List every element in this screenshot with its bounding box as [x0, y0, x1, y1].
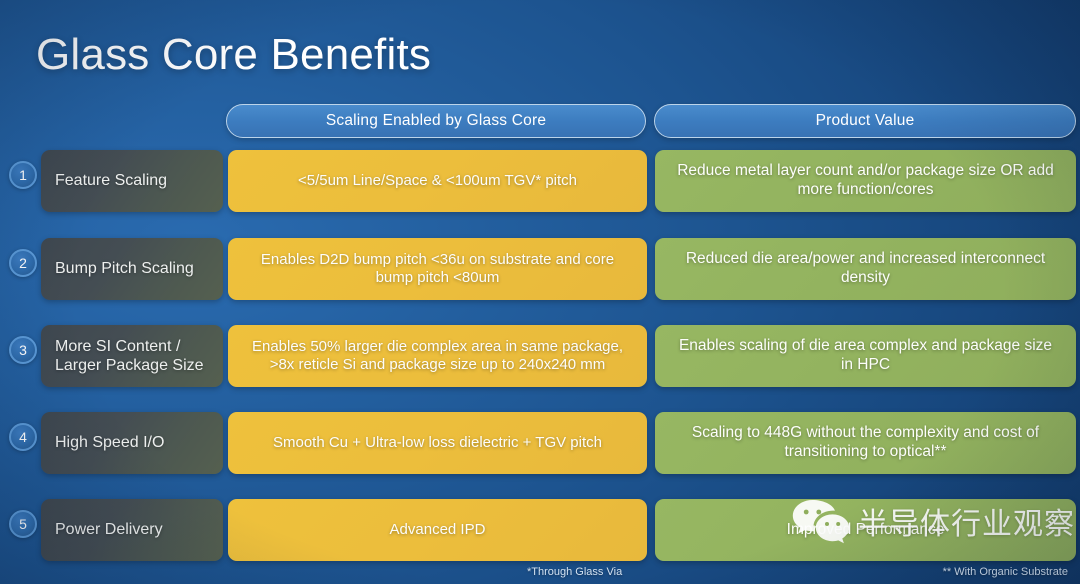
row-product-value: Reduce metal layer count and/or package …: [655, 150, 1076, 212]
row-number-badge: 4: [9, 423, 37, 451]
row-scaling-value: Enables 50% larger die complex area in s…: [228, 325, 647, 387]
page-title: Glass Core Benefits: [36, 30, 432, 79]
row-product-value: Improved Performance: [655, 499, 1076, 561]
row-number-badge: 1: [9, 161, 37, 189]
column-header-product: Product Value: [654, 104, 1076, 138]
slide-canvas: Glass Core Benefits Scaling Enabled by G…: [0, 0, 1080, 584]
row-label: Power Delivery: [41, 499, 223, 561]
table-row: 1 Feature Scaling <5/5um Line/Space & <1…: [0, 150, 1080, 212]
row-label: High Speed I/O: [41, 412, 223, 474]
row-label: Bump Pitch Scaling: [41, 238, 223, 300]
footnote-organic-substrate: ** With Organic Substrate: [942, 566, 1068, 578]
column-header-scaling: Scaling Enabled by Glass Core: [226, 104, 646, 138]
row-product-value: Enables scaling of die area complex and …: [655, 325, 1076, 387]
table-row: 5 Power Delivery Advanced IPD Improved P…: [0, 499, 1080, 561]
footnote-tgv: *Through Glass Via: [527, 566, 623, 578]
row-scaling-value: <5/5um Line/Space & <100um TGV* pitch: [228, 150, 647, 212]
table-row: 3 More SI Content / Larger Package Size …: [0, 325, 1080, 387]
row-number-badge: 5: [9, 510, 37, 538]
row-product-value: Scaling to 448G without the complexity a…: [655, 412, 1076, 474]
table-row: 2 Bump Pitch Scaling Enables D2D bump pi…: [0, 238, 1080, 300]
row-number-badge: 3: [9, 336, 37, 364]
row-scaling-value: Enables D2D bump pitch <36u on substrate…: [228, 238, 647, 300]
row-scaling-value: Advanced IPD: [228, 499, 647, 561]
row-product-value: Reduced die area/power and increased int…: [655, 238, 1076, 300]
row-label: More SI Content / Larger Package Size: [41, 325, 223, 387]
table-row: 4 High Speed I/O Smooth Cu + Ultra-low l…: [0, 412, 1080, 474]
row-number-badge: 2: [9, 249, 37, 277]
row-scaling-value: Smooth Cu + Ultra-low loss dielectric + …: [228, 412, 647, 474]
row-label: Feature Scaling: [41, 150, 223, 212]
